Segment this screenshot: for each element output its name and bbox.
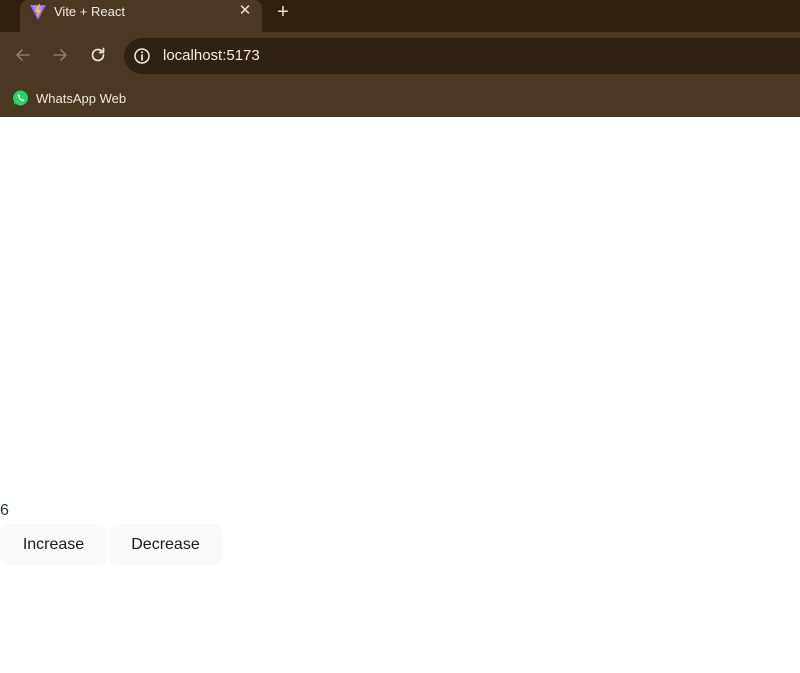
close-icon[interactable]: ✕ [236,2,254,20]
page-viewport: 6 Increase Decrease [0,117,800,673]
arrow-right-icon [53,49,67,61]
increase-button[interactable]: Increase [0,524,107,565]
info-icon[interactable] [132,46,152,66]
browser-toolbar: localhost:5173 [0,32,800,78]
tab-vite-react[interactable]: Vite + React ✕ [20,0,262,32]
vite-logo-icon [30,4,46,20]
counter-value: 6 [0,502,9,519]
arrow-left-icon [16,49,30,61]
whatsapp-icon [13,90,28,106]
reload-icon [91,47,105,62]
tab-title: Vite + React [54,4,125,19]
browser-chrome: Vite + React ✕ + localhost:5173 WhatsApp… [0,0,800,117]
address-bar[interactable]: localhost:5173 [124,38,800,74]
reload-button[interactable] [87,44,109,66]
back-button[interactable] [12,44,34,66]
bookmark-whatsapp-web[interactable]: WhatsApp Web [12,88,126,108]
decrease-button[interactable]: Decrease [109,524,222,565]
address-text[interactable]: localhost:5173 [163,47,260,64]
bookmarks-bar: WhatsApp Web [0,78,800,117]
tab-strip: Vite + React ✕ + [0,0,800,32]
bookmark-label: WhatsApp Web [36,90,127,106]
new-tab-button[interactable]: + [272,1,294,23]
forward-button[interactable] [49,44,71,66]
